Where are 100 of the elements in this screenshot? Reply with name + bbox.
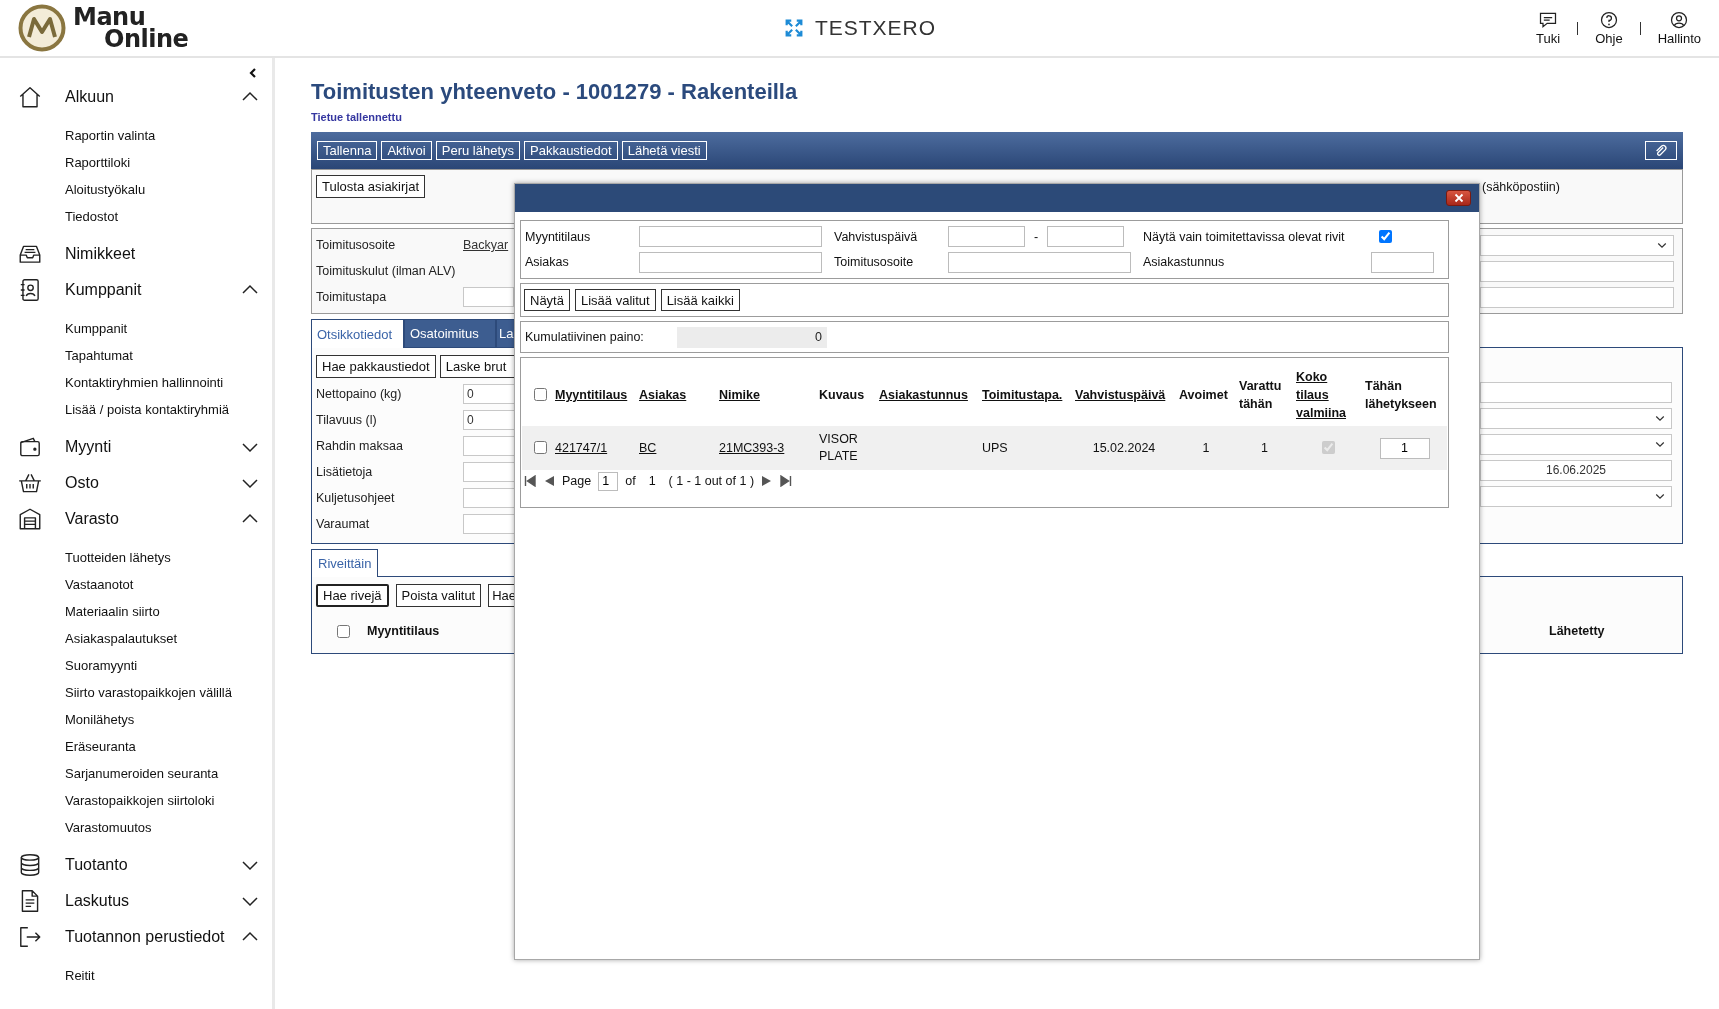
tab[interactable]: Osatoimitus [404, 319, 496, 347]
collapse-icon[interactable] [248, 67, 258, 79]
action-button[interactable]: Lisää kaikki [660, 289, 740, 311]
dropdown-field[interactable] [1480, 485, 1672, 507]
checkbox[interactable] [337, 624, 350, 638]
text-field[interactable] [1480, 381, 1672, 403]
nav-link[interactable]: Vastaanotot [65, 577, 134, 592]
column-header[interactable]: Toimitustapa. [979, 364, 1072, 426]
tab[interactable]: La [496, 319, 514, 347]
action-button[interactable]: Hae rivejä [316, 583, 389, 607]
text-field[interactable] [948, 251, 1131, 273]
address-link[interactable]: Backyar [463, 238, 509, 252]
date-field[interactable] [1047, 226, 1124, 248]
nav-link[interactable]: Materiaalin siirto [65, 604, 160, 619]
nav-link[interactable]: Suoramyynti [65, 658, 138, 673]
text-field[interactable] [463, 488, 514, 508]
nav-link[interactable]: Siirto varastopaikkojen välillä [65, 685, 232, 700]
text-field[interactable] [639, 226, 822, 248]
column-header[interactable]: Koko tilaus valmiina [1293, 364, 1362, 426]
nav-group[interactable]: Osto [65, 474, 240, 492]
field-label: Lisätietoja [316, 465, 374, 479]
action-button[interactable]: Laske brut [439, 354, 514, 378]
previous-page-icon[interactable] [543, 475, 555, 487]
action-button[interactable]: Lisää valitut [574, 289, 656, 311]
nav-link[interactable]: Aloitustyökalu [65, 182, 146, 197]
nav-link[interactable]: Eräseuranta [65, 739, 136, 754]
text-field[interactable] [639, 251, 822, 273]
text-field[interactable] [463, 436, 514, 456]
last-page-icon[interactable] [780, 475, 793, 487]
nav-group[interactable]: Myynti [65, 438, 240, 456]
nav-link[interactable]: Raporttiloki [65, 155, 131, 170]
toolbar-button[interactable]: Pakkaustiedot [524, 141, 618, 160]
text-field[interactable] [1480, 260, 1674, 282]
help-icon[interactable] [1598, 10, 1619, 30]
dropdown-field[interactable] [1480, 433, 1672, 455]
nav-link[interactable]: Tuotteiden lähetys [65, 550, 171, 565]
dropdown-field[interactable] [1480, 407, 1672, 429]
column-header[interactable]: Nimike [716, 364, 816, 426]
nav-link[interactable]: Monilähetys [65, 712, 135, 727]
nav-link[interactable]: Tiedostot [65, 209, 118, 224]
column-header[interactable]: Asiakastunnus [876, 364, 979, 426]
nav-link[interactable]: Varastomuutos [65, 820, 152, 835]
nav-group[interactable]: Nimikkeet [65, 245, 260, 263]
nav-group[interactable]: Kumppanit [65, 281, 240, 299]
attach-button[interactable] [1645, 141, 1677, 160]
nav-group[interactable]: Alkuun [65, 88, 240, 106]
print-button[interactable]: Tulosta asiakirjat [316, 175, 426, 198]
first-page-icon[interactable] [524, 475, 536, 487]
column-header[interactable]: Asiakas [636, 364, 716, 426]
column-header[interactable]: Vahvistuspäivä [1072, 364, 1176, 426]
action-button[interactable]: Poista valitut [395, 583, 482, 607]
nav-link[interactable]: Asiakaspalautukset [65, 631, 177, 646]
toolbar-button[interactable]: Peru lähetys [435, 141, 520, 160]
nav-group[interactable]: Tuotanto [65, 856, 240, 874]
chat-icon[interactable] [1538, 10, 1559, 30]
column-header[interactable]: Myyntitilaus [552, 364, 636, 426]
quantity-field[interactable]: 1 [1379, 437, 1430, 459]
page-field[interactable]: 1 [598, 471, 619, 491]
readonly-field[interactable]: 0 [676, 326, 827, 348]
date-field[interactable] [948, 226, 1025, 248]
text-field[interactable] [1371, 251, 1434, 273]
nav-link[interactable]: Raportin valinta [65, 128, 156, 143]
nav-link[interactable]: Varastopaikkojen siirtoloki [65, 793, 215, 808]
header-link[interactable]: Ohje [1595, 31, 1623, 46]
nav-group[interactable]: Tuotannon perustiedot [65, 928, 240, 946]
nav-group[interactable]: Varasto [65, 510, 240, 528]
checkbox[interactable] [534, 440, 547, 454]
text-field[interactable] [463, 514, 514, 534]
text-field[interactable]: 0 [463, 384, 514, 404]
toolbar-button[interactable]: Lähetä viesti [621, 141, 707, 160]
header-link[interactable]: Hallinto [1657, 31, 1701, 46]
text-field[interactable]: 0 [463, 410, 514, 430]
column-header: Myyntitilaus [367, 624, 440, 638]
action-button[interactable]: Näytä [524, 289, 570, 311]
nav-link[interactable]: Lisää / poista kontaktiryhmiä [65, 402, 230, 417]
nav-link[interactable]: Kontaktiryhmien hallinnointi [65, 375, 224, 390]
close-button[interactable] [1446, 190, 1471, 206]
checkbox[interactable] [1379, 230, 1392, 244]
header-link[interactable]: Tuki [1536, 31, 1561, 46]
text-field[interactable]: 16.06.2025 [1480, 459, 1672, 481]
text-field[interactable] [1480, 286, 1674, 308]
text-field[interactable] [463, 287, 514, 307]
nav-link[interactable]: Kumppanit [65, 321, 128, 336]
table-link[interactable]: BC [639, 440, 657, 455]
text-field[interactable] [463, 462, 514, 482]
toolbar-button[interactable]: Tallenna [317, 141, 378, 160]
action-button[interactable]: Hae pakkaustiedot [316, 354, 436, 378]
page-count: 1 [648, 474, 656, 488]
nav-group[interactable]: Laskutus [65, 892, 240, 910]
nav-link[interactable]: Tapahtumat [65, 348, 133, 363]
user-icon[interactable] [1669, 10, 1690, 30]
action-button[interactable]: Hae [488, 583, 517, 607]
nav-link[interactable]: Sarjanumeroiden seuranta [65, 766, 219, 781]
toolbar-button[interactable]: Aktivoi [381, 141, 432, 160]
tab[interactable]: Riveittäin [311, 549, 379, 577]
field-label: Näytä vain toimitettavissa olevat rivit [1143, 229, 1345, 244]
checkbox[interactable] [534, 387, 547, 401]
nav-link[interactable]: Reitit [65, 968, 95, 983]
tab[interactable]: Otsikkotiedot [311, 319, 404, 348]
dropdown-field[interactable] [1480, 234, 1674, 256]
